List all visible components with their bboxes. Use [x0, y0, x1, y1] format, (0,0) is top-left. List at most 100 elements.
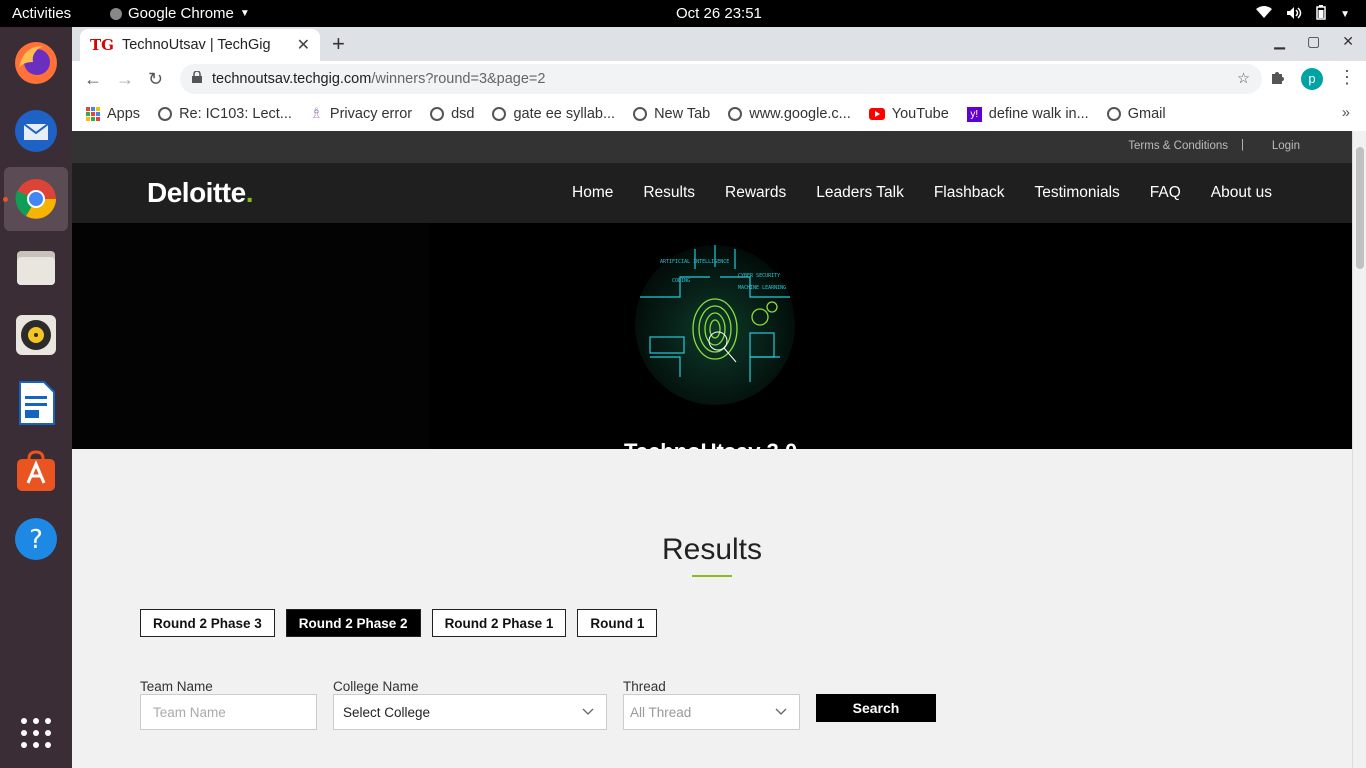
nav-testimonials[interactable]: Testimonials — [1034, 184, 1119, 202]
nav-home[interactable]: Home — [572, 184, 613, 202]
profile-avatar[interactable]: p — [1301, 68, 1323, 90]
nav-faq[interactable]: FAQ — [1150, 184, 1181, 202]
yahoo-icon: y! — [966, 106, 982, 122]
bookmark-label: Apps — [107, 106, 141, 122]
hero-title: TechnoUtsav 3.0 — [624, 439, 797, 449]
nav-leaders-talk[interactable]: Leaders Talk — [816, 184, 904, 202]
scrollbar-thumb[interactable] — [1356, 147, 1364, 269]
close-window-icon[interactable]: ✕ — [1342, 33, 1354, 50]
round-1-button[interactable]: Round 1 — [577, 609, 658, 637]
bookmark-item[interactable]: New Tab — [633, 106, 710, 122]
bookmark-item[interactable]: Re: IC103: Lect... — [158, 106, 292, 122]
bookmarks-overflow-icon[interactable]: » — [1342, 105, 1350, 121]
bookmark-star-icon[interactable]: ☆ — [1237, 71, 1250, 87]
chrome-icon[interactable] — [12, 175, 60, 223]
hero-label-ai: ARTIFICIAL INTELLIGENCE — [660, 259, 729, 265]
chevron-down-icon — [582, 705, 594, 719]
bookmark-item[interactable]: dsd — [430, 106, 474, 122]
results-section: Results Round 2 Phase 3 Round 2 Phase 2 … — [72, 449, 1352, 768]
bookmark-label: gate ee syllab... — [513, 106, 616, 122]
activities-button[interactable]: Activities — [12, 5, 71, 22]
volume-icon — [1286, 6, 1302, 24]
minimize-icon[interactable]: ▁ — [1274, 33, 1285, 50]
logo-dot: . — [245, 177, 254, 208]
url-host: technoutsav.techgig.com — [212, 71, 372, 87]
firefox-icon[interactable] — [12, 39, 60, 87]
forward-arrow-icon[interactable]: → — [116, 69, 134, 90]
new-tab-button[interactable]: + — [332, 31, 345, 57]
search-button[interactable]: Search — [816, 694, 936, 722]
nav-results[interactable]: Results — [643, 184, 695, 202]
thunderbird-icon[interactable] — [12, 107, 60, 155]
youtube-icon — [868, 108, 885, 120]
address-bar[interactable]: technoutsav.techgig.com/winners?round=3&… — [180, 64, 1262, 94]
hero-label-cyber: CYBER SECURITY — [738, 273, 780, 279]
utility-bar: Terms & Conditions | Login — [72, 131, 1352, 163]
college-name-label: College Name — [333, 679, 419, 694]
lock-icon — [192, 70, 202, 87]
clock[interactable]: Oct 26 23:51 — [676, 5, 762, 22]
maximize-icon[interactable]: ▢ — [1307, 33, 1320, 50]
bookmarks-bar: Apps Re: IC103: Lect... ♗ Privacy error d… — [72, 97, 1366, 131]
techgig-favicon: TG — [90, 36, 114, 54]
nav-rewards[interactable]: Rewards — [725, 184, 786, 202]
browser-toolbar: ← → ↻ technoutsav.techgig.com/winners?ro… — [72, 61, 1366, 97]
terms-link[interactable]: Terms & Conditions — [1128, 140, 1228, 152]
help-icon[interactable]: ? — [12, 515, 60, 563]
globe-icon — [492, 107, 507, 121]
files-icon[interactable] — [12, 243, 60, 291]
bookmark-item[interactable]: gate ee syllab... — [492, 106, 615, 122]
back-arrow-icon[interactable]: ← — [84, 69, 102, 90]
globe-icon — [158, 107, 173, 121]
nav-about-us[interactable]: About us — [1211, 184, 1272, 202]
hero-label-ml: MACHINE LEARNING — [738, 285, 786, 291]
page-scrollbar[interactable] — [1352, 131, 1366, 768]
logo-text: Deloitte — [147, 177, 246, 208]
system-tray[interactable]: ▼ — [1256, 5, 1350, 24]
college-select[interactable]: Select College — [333, 694, 607, 730]
hero-left-panel — [72, 223, 430, 449]
bookmark-item[interactable]: www.google.c... — [728, 106, 851, 122]
bookmark-label: dsd — [451, 106, 475, 122]
libreoffice-writer-icon[interactable] — [12, 379, 60, 427]
browser-tab-active[interactable]: TG TechnoUtsav | TechGig ✕ — [80, 29, 320, 61]
round-2-phase-2-button[interactable]: Round 2 Phase 2 — [285, 609, 421, 637]
system-top-bar: Activities Google Chrome ▼ Oct 26 23:51 … — [0, 0, 1366, 27]
college-select-value: Select College — [343, 704, 431, 720]
team-name-input[interactable]: Team Name — [140, 694, 317, 730]
app-menu[interactable]: Google Chrome ▼ — [110, 5, 250, 22]
running-indicator — [3, 197, 8, 202]
browser-chrome: TG TechnoUtsav | TechGig ✕ + ▁ ▢ ✕ ← → ↻… — [72, 27, 1366, 131]
bookmark-item[interactable]: y! define walk in... — [966, 106, 1089, 122]
site-nav: Deloitte. Home Results Rewards Leaders T… — [72, 163, 1352, 223]
round-2-phase-1-button[interactable]: Round 2 Phase 1 — [431, 609, 567, 637]
nav-flashback[interactable]: Flashback — [934, 184, 1005, 202]
globe-icon — [1106, 107, 1121, 121]
deloitte-logo[interactable]: Deloitte. — [147, 177, 253, 209]
team-name-label: Team Name — [140, 679, 213, 694]
round-2-phase-3-button[interactable]: Round 2 Phase 3 — [140, 609, 275, 637]
thread-select[interactable]: All Thread — [623, 694, 800, 730]
bookmark-item[interactable]: ♗ Privacy error — [310, 106, 412, 122]
util-separator: | — [1241, 139, 1244, 151]
bookmark-apps[interactable]: Apps — [86, 106, 140, 122]
bookmark-label: Privacy error — [329, 106, 413, 122]
bookmark-item[interactable]: YouTube — [868, 106, 949, 122]
battery-icon — [1316, 5, 1326, 24]
chrome-small-icon — [110, 7, 122, 20]
bookmark-item[interactable]: Gmail — [1106, 106, 1166, 122]
close-tab-icon[interactable]: ✕ — [297, 35, 310, 55]
thread-label: Thread — [623, 679, 666, 694]
chrome-menu-kebab-icon[interactable]: ⋮ — [1338, 67, 1356, 88]
login-link[interactable]: Login — [1272, 140, 1300, 152]
reload-icon[interactable]: ↻ — [148, 69, 163, 90]
show-applications-icon[interactable] — [12, 709, 60, 757]
technoutsav-emblem: ARTIFICIAL INTELLIGENCE CODING CYBER SEC… — [635, 245, 795, 405]
thread-select-value: All Thread — [630, 704, 692, 720]
hero-banner: ARTIFICIAL INTELLIGENCE CODING CYBER SEC… — [72, 223, 1352, 449]
bookmark-label: Re: IC103: Lect... — [179, 106, 292, 122]
bookmark-label: Gmail — [1127, 106, 1166, 122]
rhythmbox-icon[interactable] — [12, 311, 60, 359]
extensions-puzzle-icon[interactable] — [1270, 69, 1286, 90]
software-center-icon[interactable] — [12, 447, 60, 495]
